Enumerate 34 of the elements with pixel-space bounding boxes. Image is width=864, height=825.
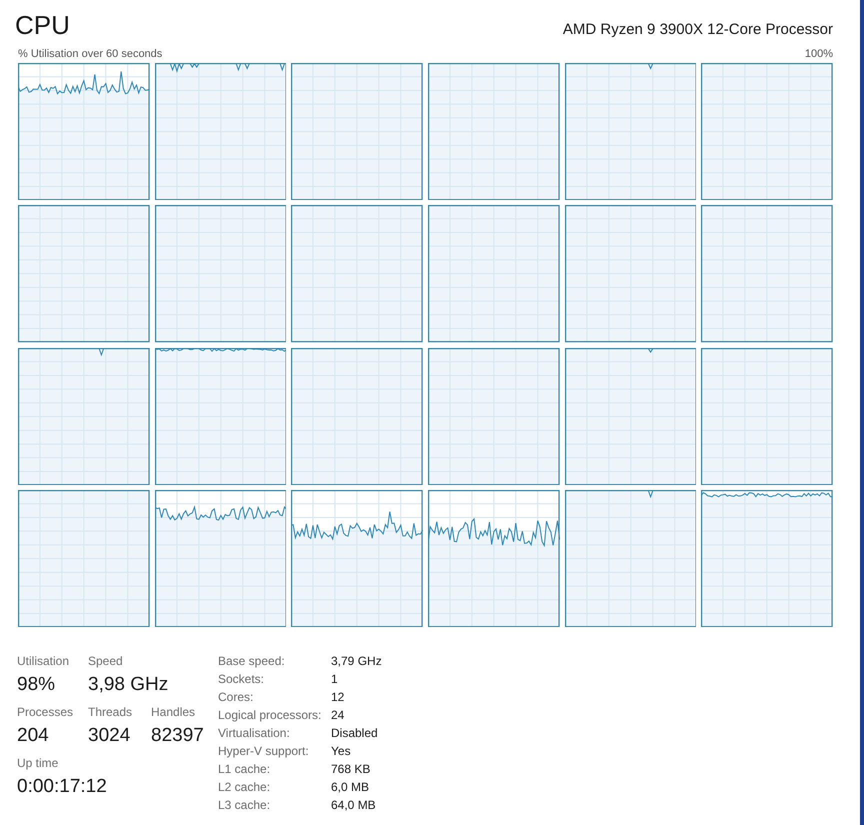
detail-value: 1 <box>331 671 338 688</box>
detail-label: L3 cache: <box>218 797 270 814</box>
stat-label: Threads <box>88 704 132 720</box>
stat-value: 82397 <box>151 724 204 748</box>
stat-label: Processes <box>17 704 74 720</box>
processor-name: AMD Ryzen 9 3900X 12-Core Processor <box>562 20 833 40</box>
stat-label: Handles <box>151 704 196 720</box>
detail-value: Disabled <box>331 725 378 742</box>
stat-value: 98% <box>17 673 56 697</box>
detail-value: 12 <box>331 689 344 706</box>
scale-label: 100% <box>804 47 833 61</box>
detail-label: Sockets: <box>218 671 264 688</box>
stat-value: 3024 <box>88 724 130 748</box>
detail-value: 64,0 MB <box>331 797 376 814</box>
detail-value: 6,0 MB <box>331 779 370 796</box>
stat-value: 0:00:17:12 <box>17 775 107 799</box>
page-title: CPU <box>15 9 70 41</box>
stat-label: Speed <box>88 653 123 669</box>
detail-label: Virtualisation: <box>218 725 290 742</box>
detail-value: 768 KB <box>331 761 370 778</box>
detail-value: 24 <box>331 707 344 724</box>
detail-label: Base speed: <box>218 653 285 670</box>
stat-value: 204 <box>17 724 49 748</box>
stat-value: 3,98 GHz <box>88 673 168 697</box>
stat-label: Up time <box>17 755 58 771</box>
detail-label: L1 cache: <box>218 761 270 778</box>
detail-label: Logical processors: <box>218 707 322 724</box>
graph-caption: % Utilisation over 60 seconds <box>18 47 162 61</box>
detail-value: Yes <box>331 743 351 760</box>
detail-label: L2 cache: <box>218 779 270 796</box>
detail-label: Cores: <box>218 689 254 706</box>
detail-label: Hyper-V support: <box>218 743 309 760</box>
detail-value: 3,79 GHz <box>331 653 382 670</box>
stat-label: Utilisation <box>17 653 70 669</box>
